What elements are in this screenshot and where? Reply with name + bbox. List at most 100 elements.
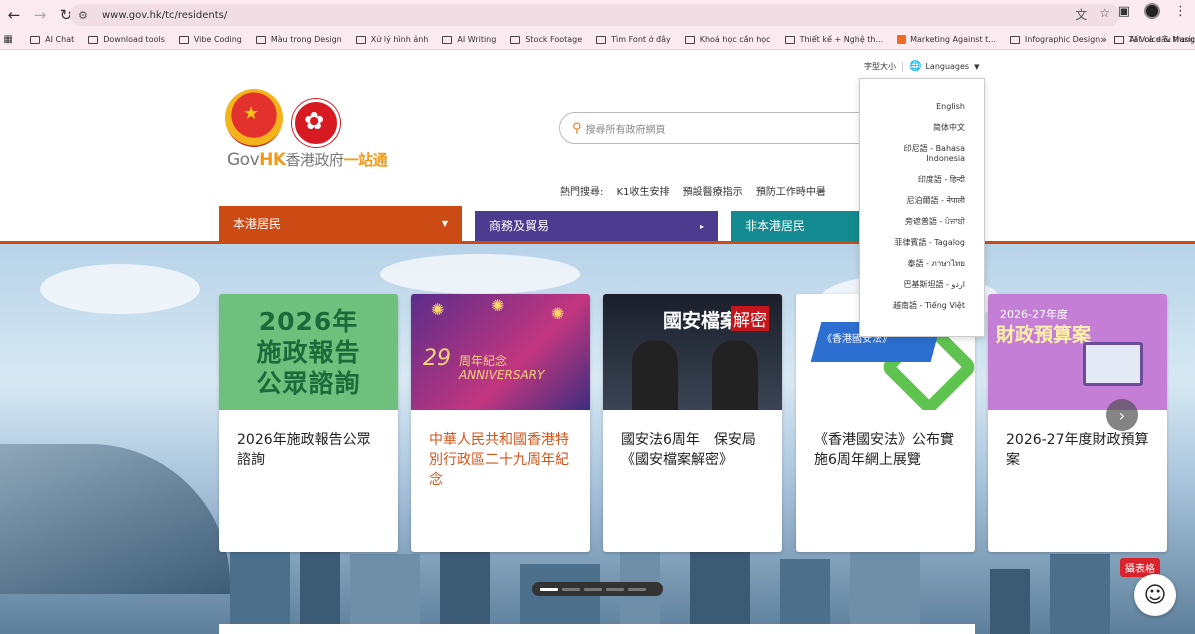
language-option-punjabi[interactable]: 旁遮普語 - ਪੰਜਾਬੀ <box>905 217 965 227</box>
bookmark-item[interactable]: Stock Footage <box>510 35 582 44</box>
language-option-vietnamese[interactable]: 越南語 - Tiếng Việt <box>893 301 965 311</box>
tab-residents[interactable]: 本港居民 ▼ <box>219 206 462 242</box>
language-option-hindi[interactable]: 印度語 - हिन्दी <box>918 175 965 185</box>
search-input[interactable]: ⚲ 搜尋所有政府網頁 <box>559 112 879 144</box>
font-size-link[interactable]: 字型大小 <box>864 61 896 72</box>
carousel-next-button[interactable]: › <box>1106 399 1138 431</box>
carousel-dot[interactable] <box>606 587 624 591</box>
person-figure <box>632 340 678 410</box>
bookmark-star-icon[interactable]: ☆ <box>1099 6 1110 23</box>
folder-icon <box>442 35 453 44</box>
more-bookmarks-button[interactable]: » <box>1100 33 1107 46</box>
hot-search-link[interactable]: 預防工作時中暑 <box>756 187 826 198</box>
folder-icon <box>1009 35 1020 44</box>
utility-bar: 字型大小 🌐 Languages ▼ <box>864 61 980 72</box>
site-info-icon[interactable]: ⚙ <box>78 9 94 22</box>
building <box>690 549 750 634</box>
bookmark-item[interactable]: Download tools <box>88 35 165 44</box>
mascot-icon[interactable]: ☺ <box>1134 574 1176 616</box>
firework-icon: ✺ <box>431 300 445 319</box>
hot-search-link[interactable]: 預設醫療指示 <box>683 187 743 198</box>
apps-grid-icon[interactable]: ▦ <box>0 34 16 45</box>
hot-searches: 熱門搜尋: K1收生安排 預設醫療指示 預防工作時中暑 <box>560 183 836 198</box>
search-icon: ⚲ <box>572 120 582 136</box>
cloud <box>40 264 200 314</box>
bookmark-item[interactable]: Tìm Font ở đây <box>596 35 671 44</box>
card-title: 2026-27年度財政預算案 <box>1006 432 1149 468</box>
language-option-english[interactable]: English <box>936 102 965 112</box>
language-option-thai[interactable]: 泰語 - ภาษาไทย <box>908 259 966 269</box>
prc-emblem-icon: ★ <box>225 89 283 147</box>
all-bookmarks-item[interactable]: Tất cả dấu trang <box>1113 35 1195 44</box>
bookmark-item[interactable]: Màu trong Design <box>255 35 342 44</box>
globe-icon: 🌐 <box>909 61 922 72</box>
tab-business[interactable]: 商務及貿易 ▸ <box>475 211 718 242</box>
hot-search-label: 熱門搜尋: <box>560 187 604 198</box>
card-title: 國安法6周年 保安局《國安檔案解密》 <box>621 432 756 468</box>
hot-search-link[interactable]: K1收生安排 <box>617 187 670 198</box>
building <box>230 544 290 634</box>
news-card[interactable]: ✺ ✺ ✺ 29 周年紀念 ANNIVERSARY 中華人民共和國香港特別行政區… <box>411 294 590 552</box>
content-strip <box>219 624 975 634</box>
firework-icon: ✺ <box>491 296 505 315</box>
card-title: 2026年施政報告公眾諮詢 <box>237 432 371 468</box>
folder-icon <box>784 35 795 44</box>
cloud <box>380 254 580 294</box>
person-figure <box>712 340 758 410</box>
bookmark-item[interactable]: AI Writing <box>442 35 496 44</box>
extensions-icon[interactable]: ▣ <box>1118 4 1130 19</box>
languages-button[interactable]: Languages <box>925 62 969 71</box>
profile-avatar[interactable] <box>1144 3 1160 19</box>
url-text: www.gov.hk/tc/residents/ <box>102 9 228 21</box>
bookmarks-bar: ▦ AI Chat Download tools Vibe Coding Màu… <box>0 30 1195 50</box>
card-title: 中華人民共和國香港特別行政區二十九周年紀念 <box>429 432 569 488</box>
back-icon[interactable]: ← <box>2 3 26 27</box>
language-option-indonesian-line2[interactable]: Indonesia <box>926 154 965 164</box>
carousel-dot[interactable] <box>628 587 646 591</box>
search-placeholder: 搜尋所有政府網頁 <box>585 124 666 136</box>
language-option-nepali[interactable]: 尼泊爾語 - नेपाली <box>906 196 965 206</box>
address-bar[interactable]: ⚙ www.gov.hk/tc/residents/ 文 ☆ <box>70 4 1120 26</box>
languages-dropdown: English 简体中文 印尼語 - Bahasa Indonesia 印度語 … <box>859 78 985 337</box>
govhk-logo[interactable]: ★ ✿ GovHK香港政府一站通 <box>225 89 415 171</box>
translate-icon[interactable]: 文 <box>1075 6 1087 23</box>
hero-banner: 2026年 施政報告 公眾諮詢 2026年施政報告公眾諮詢 ✺ ✺ ✺ 29 周… <box>0 244 1195 634</box>
news-card[interactable]: 2026-27年度 財政預算案 2026-27年度財政預算案 <box>988 294 1167 552</box>
bookmark-item[interactable]: AI Chat <box>30 35 74 44</box>
folder-icon <box>510 35 521 44</box>
convention-centre-building <box>0 444 230 594</box>
card-image: ✺ ✺ ✺ 29 周年紀念 ANNIVERSARY <box>411 294 590 410</box>
bookmark-item[interactable]: Infographic Design <box>1009 35 1100 44</box>
bookmark-item[interactable]: Vibe Coding <box>178 35 242 44</box>
building <box>990 569 1030 634</box>
folder-icon <box>596 35 607 44</box>
tab-nonresidents[interactable]: 非本港居民 <box>731 211 871 242</box>
building <box>780 559 830 634</box>
bookmark-item[interactable]: Thiết kế + Nghệ th... <box>784 35 883 44</box>
carousel-dot[interactable] <box>584 587 602 591</box>
card-title: 《香港國安法》公布實施6周年網上展覽 <box>814 432 954 468</box>
language-option-tagalog[interactable]: 菲律賓語 - Tagalog <box>894 238 965 248</box>
browser-toolbar: ← → ↻ ⚙ www.gov.hk/tc/residents/ 文 ☆ ▣ ⋮ <box>0 0 1195 30</box>
language-option-indonesian[interactable]: 印尼語 - Bahasa <box>904 144 965 154</box>
carousel-dot[interactable] <box>562 587 580 591</box>
carousel-dot[interactable] <box>540 587 558 591</box>
folder-icon <box>88 35 99 44</box>
laptop-graphic <box>1083 342 1143 386</box>
forward-icon[interactable]: → <box>28 3 52 27</box>
language-option-sc[interactable]: 简体中文 <box>933 123 965 133</box>
menu-icon[interactable]: ⋮ <box>1174 4 1187 19</box>
bookmark-item[interactable]: Khoá học cần học <box>684 35 771 44</box>
folder-icon <box>355 35 366 44</box>
news-card[interactable]: 2026年 施政報告 公眾諮詢 2026年施政報告公眾諮詢 <box>219 294 398 552</box>
folder-icon <box>684 35 695 44</box>
language-option-urdu[interactable]: 巴基斯坦語 - اردو <box>904 280 966 290</box>
bookmark-item[interactable]: Xử lý hình ảnh <box>355 35 428 44</box>
card-image: 國安檔案 解密 <box>603 294 782 410</box>
folder-icon <box>30 35 41 44</box>
caret-down-icon: ▼ <box>974 62 980 71</box>
bookmark-item[interactable]: Marketing Against t... <box>897 35 996 44</box>
folder-icon <box>1113 35 1124 44</box>
news-card[interactable]: 國安檔案 解密 國安法6周年 保安局《國安檔案解密》 <box>603 294 782 552</box>
building <box>850 539 920 634</box>
